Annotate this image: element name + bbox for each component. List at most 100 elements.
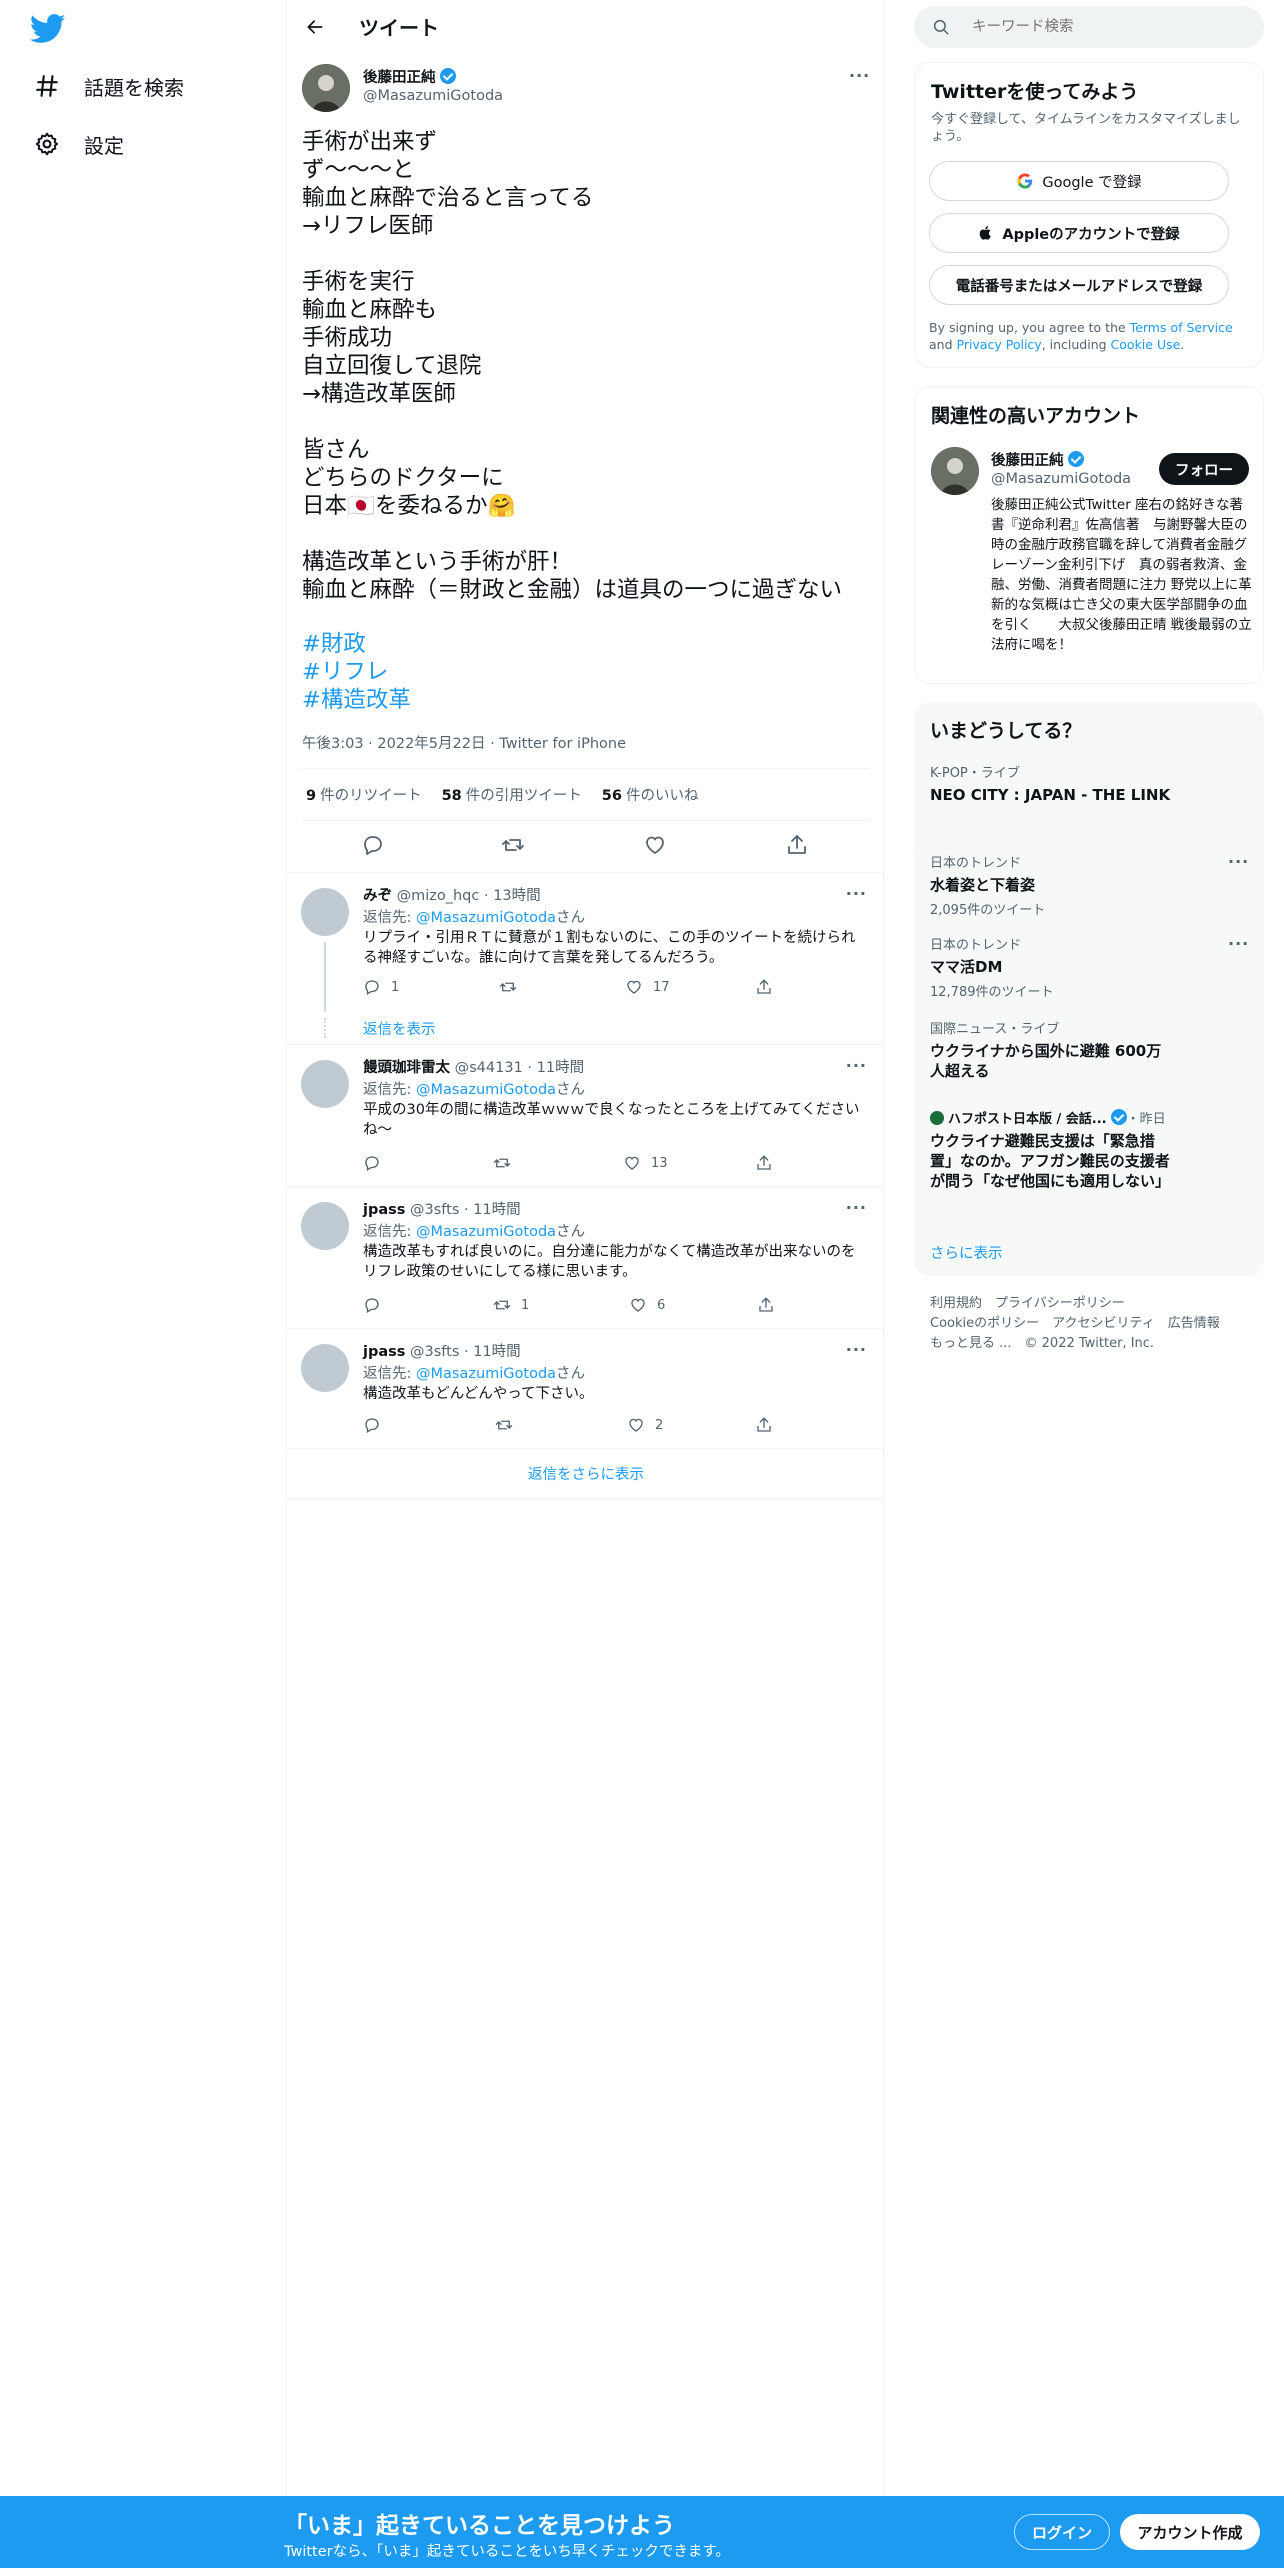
phone-email-signup-button[interactable]: 電話番号またはメールアドレスで登録 — [929, 265, 1229, 305]
trend-item[interactable]: ハフポスト日本版 / 会話... ・昨日 ウクライナ避難民支援は「緊急措置」なのか… — [930, 1108, 1250, 1191]
like-count[interactable]: 56 件のいいね — [602, 784, 699, 805]
hashtag-link[interactable]: #財政 — [302, 630, 411, 658]
follow-button[interactable]: フォロー — [1159, 453, 1249, 485]
bottom-signup-bar: 「いま」起きていることを見つけよう Twitterなら、「いま」起きていることを… — [0, 2496, 1284, 2568]
reply-to-link[interactable]: @MasazumiGotoda — [416, 1082, 556, 1098]
reply-author-name[interactable]: みぞ — [363, 888, 392, 904]
more-options-icon[interactable]: ··· — [849, 66, 870, 85]
reply-icon[interactable] — [363, 1154, 381, 1172]
search-box[interactable] — [914, 6, 1264, 48]
reply-tweet[interactable]: jpass @3sfts · 11時間 ··· 返信先: @MasazumiGo… — [287, 1186, 885, 1328]
reply-to-link[interactable]: @MasazumiGotoda — [416, 1224, 556, 1240]
share-icon[interactable] — [757, 1296, 775, 1314]
reply-author-handle[interactable]: @mizo_hqc — [397, 888, 480, 904]
reply-avatar[interactable] — [301, 888, 349, 936]
more-options-icon[interactable]: ··· — [846, 1198, 867, 1217]
retweet-icon[interactable] — [499, 978, 517, 996]
retweet-icon[interactable] — [495, 1416, 513, 1434]
more-options-icon[interactable]: ··· — [1228, 934, 1249, 953]
retweet-icon[interactable] — [493, 1154, 511, 1172]
heart-icon[interactable] — [625, 978, 643, 996]
reply-author-handle[interactable]: @s44131 — [455, 1060, 523, 1076]
reply-time[interactable]: 11時間 — [537, 1060, 584, 1076]
more-options-icon[interactable]: ··· — [846, 1340, 867, 1359]
reply-author-name[interactable]: 饅頭珈琲雷太 — [363, 1060, 450, 1076]
more-options-icon[interactable]: ··· — [846, 884, 867, 903]
reply-icon[interactable] — [363, 1296, 381, 1314]
related-avatar[interactable] — [931, 447, 979, 495]
retweet-icon[interactable] — [501, 833, 525, 857]
quote-count[interactable]: 58 件の引用ツイート — [442, 784, 582, 805]
heart-icon[interactable] — [627, 1416, 645, 1434]
author-name[interactable]: 後藤田正純 — [363, 66, 456, 87]
footer-line[interactable]: Cookieのポリシー アクセシビリティ 広告情報 — [930, 1314, 1220, 1334]
footer-line[interactable]: 利用規約 プライバシーポリシー — [930, 1294, 1220, 1314]
terms-link[interactable]: Terms of Service — [1130, 320, 1233, 335]
reply-author-name[interactable]: jpass — [363, 1202, 405, 1218]
retweet-icon[interactable] — [493, 1296, 511, 1314]
more-replies-link[interactable]: 返信をさらに表示 — [287, 1448, 885, 1498]
nav-settings[interactable]: 設定 — [34, 124, 124, 164]
reply-avatar[interactable] — [301, 1060, 349, 1108]
reply-to-link[interactable]: @MasazumiGotoda — [416, 1366, 556, 1382]
reply-author-name[interactable]: jpass — [363, 1344, 405, 1360]
trend-item[interactable]: 国際ニュース・ライブ ウクライナから国外に避難 600万人超える — [930, 1018, 1250, 1081]
reply-tweet[interactable]: 饅頭珈琲雷太 @s44131 · 11時間 ··· 返信先: @Masazumi… — [287, 1044, 885, 1186]
reply-author-handle[interactable]: @3sfts — [410, 1344, 459, 1360]
signup-panel: Twitterを使ってみよう 今すぐ登録して、タイムラインをカスタマイズしましょ… — [914, 62, 1264, 368]
hashtag-link[interactable]: #構造改革 — [302, 686, 411, 714]
reply-avatar[interactable] — [301, 1344, 349, 1392]
google-signup-button[interactable]: Google で登録 — [929, 161, 1229, 201]
reply-time[interactable]: 13時間 — [493, 888, 540, 904]
reply-icon[interactable] — [361, 833, 385, 857]
heart-icon[interactable] — [623, 1154, 641, 1172]
related-name[interactable]: 後藤田正純 — [991, 449, 1084, 470]
share-icon[interactable] — [785, 833, 809, 857]
related-handle[interactable]: @MasazumiGotoda — [991, 471, 1131, 487]
google-signup-label: Google で登録 — [1042, 174, 1142, 191]
tweet-date[interactable]: 2022年5月22日 — [377, 736, 485, 752]
more-options-icon[interactable]: ··· — [846, 1056, 867, 1075]
phone-email-signup-label: 電話番号またはメールアドレスで登録 — [955, 278, 1203, 295]
back-button[interactable] — [301, 13, 329, 41]
author-handle[interactable]: @MasazumiGotoda — [363, 88, 503, 104]
privacy-link[interactable]: Privacy Policy — [957, 337, 1042, 352]
reply-time[interactable]: 11時間 — [473, 1202, 520, 1218]
footer-line[interactable]: もっと見る ... © 2022 Twitter, Inc. — [930, 1334, 1220, 1354]
apple-signup-button[interactable]: Appleのアカウントで登録 — [929, 213, 1229, 253]
more-options-icon[interactable]: ··· — [1228, 852, 1249, 871]
share-icon[interactable] — [755, 1154, 773, 1172]
reply-time[interactable]: 11時間 — [473, 1344, 520, 1360]
trend-item[interactable]: 日本のトレンド 水着姿と下着姿 2,095件のツイート — [930, 852, 1250, 918]
trend-item[interactable]: K-POP・ライブ NEO CITY : JAPAN - THE LINK — [930, 762, 1250, 805]
show-replies-link[interactable]: 返信を表示 — [363, 1018, 436, 1039]
related-name-text: 後藤田正純 — [991, 453, 1064, 469]
cookie-link[interactable]: Cookie Use — [1111, 337, 1181, 352]
share-icon[interactable] — [755, 1416, 773, 1434]
tweet-client[interactable]: Twitter for iPhone — [499, 736, 626, 752]
reply-icon[interactable] — [363, 1416, 381, 1434]
reply-tweet[interactable]: jpass @3sfts · 11時間 ··· 返信先: @MasazumiGo… — [287, 1328, 885, 1448]
reply-to-link[interactable]: @MasazumiGotoda — [416, 910, 556, 926]
twitter-logo-icon[interactable] — [30, 14, 66, 44]
retweet-count[interactable]: 9 件のリツイート — [306, 784, 422, 805]
create-account-button[interactable]: アカウント作成 — [1120, 2514, 1260, 2550]
hashtag-link[interactable]: #リフレ — [302, 658, 411, 686]
show-more-trends-link[interactable]: さらに表示 — [930, 1242, 1003, 1263]
reply-tweet[interactable]: みぞ @mizo_hqc · 13時間 ··· 返信先: @MasazumiGo… — [287, 872, 885, 1044]
author-avatar[interactable] — [302, 64, 350, 112]
signup-title: Twitterを使ってみよう — [931, 81, 1139, 103]
reply-icon[interactable] — [363, 978, 381, 996]
tweet-time[interactable]: 午後3:03 — [302, 736, 364, 752]
share-icon[interactable] — [755, 978, 773, 996]
meta-dot: · — [522, 1060, 537, 1076]
heart-icon[interactable] — [629, 1296, 647, 1314]
trend-item[interactable]: 日本のトレンド ママ活DM 12,789件のツイート — [930, 934, 1250, 1000]
reply-author-handle[interactable]: @3sfts — [410, 1202, 459, 1218]
heart-icon[interactable] — [643, 833, 667, 857]
search-input[interactable] — [970, 16, 1240, 38]
login-button[interactable]: ログイン — [1014, 2514, 1110, 2550]
reply-avatar[interactable] — [301, 1202, 349, 1250]
verified-badge-icon — [439, 68, 456, 84]
nav-explore[interactable]: 話題を検索 — [34, 66, 184, 106]
